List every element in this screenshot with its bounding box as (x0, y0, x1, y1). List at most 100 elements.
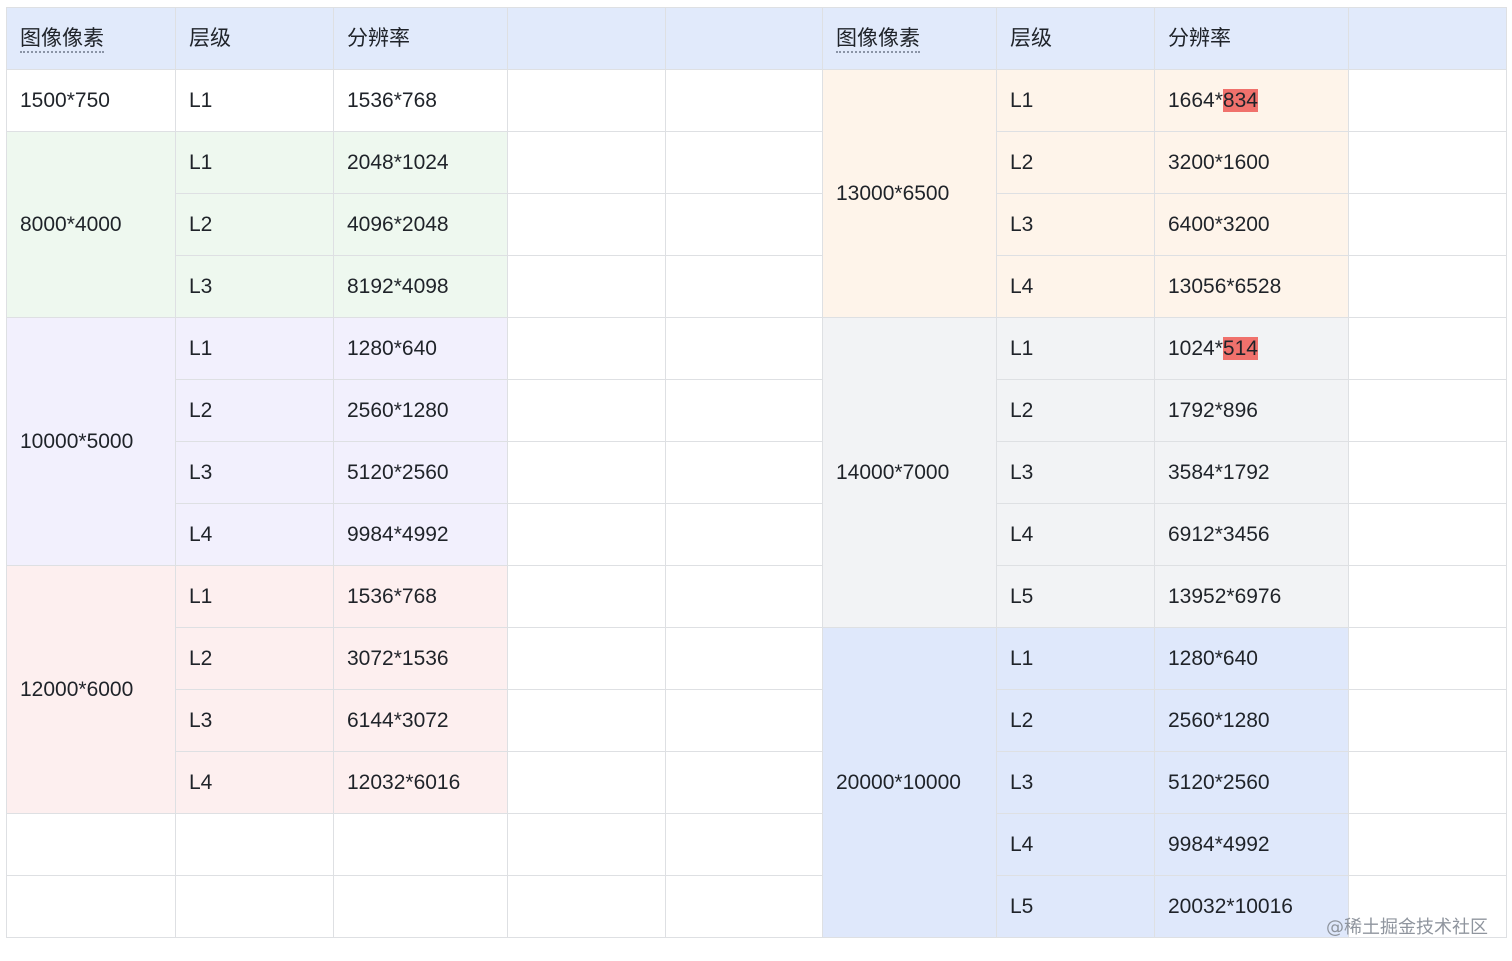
cell-image-pixels[interactable]: 20000*10000 (822, 627, 997, 938)
cell-empty[interactable] (507, 69, 666, 132)
cell-empty[interactable] (507, 565, 666, 628)
cell-empty[interactable] (1348, 813, 1507, 876)
cell-image-pixels[interactable]: 12000*6000 (6, 565, 176, 814)
header-cell-left-1[interactable]: 层级 (175, 7, 334, 70)
cell-empty[interactable] (665, 131, 823, 194)
cell-resolution[interactable]: 2560*1280 (1154, 689, 1349, 752)
cell-empty[interactable] (665, 565, 823, 628)
cell-resolution[interactable]: 5120*2560 (1154, 751, 1349, 814)
cell-resolution[interactable]: 3072*1536 (333, 627, 508, 690)
cell-empty[interactable] (507, 751, 666, 814)
cell-empty[interactable] (665, 255, 823, 318)
cell-empty[interactable] (1348, 69, 1507, 132)
cell-level[interactable]: L2 (996, 131, 1155, 194)
cell-resolution[interactable] (333, 875, 508, 938)
cell-resolution[interactable] (333, 813, 508, 876)
cell-level[interactable]: L3 (175, 441, 334, 504)
cell-empty[interactable] (507, 131, 666, 194)
cell-empty[interactable] (665, 627, 823, 690)
cell-resolution[interactable]: 3584*1792 (1154, 441, 1349, 504)
cell-level[interactable]: L3 (996, 441, 1155, 504)
cell-resolution[interactable]: 6912*3456 (1154, 503, 1349, 566)
cell-empty[interactable] (1348, 751, 1507, 814)
cell-image-pixels[interactable]: 14000*7000 (822, 317, 997, 628)
cell-resolution[interactable]: 2560*1280 (333, 379, 508, 442)
cell-level[interactable] (175, 875, 334, 938)
cell-level[interactable]: L5 (996, 875, 1155, 938)
cell-resolution[interactable]: 6144*3072 (333, 689, 508, 752)
cell-resolution[interactable]: 5120*2560 (333, 441, 508, 504)
cell-empty[interactable] (1348, 131, 1507, 194)
cell-level[interactable]: L2 (175, 627, 334, 690)
cell-empty[interactable] (665, 441, 823, 504)
cell-empty[interactable] (1348, 255, 1507, 318)
cell-empty[interactable] (1348, 503, 1507, 566)
cell-resolution[interactable]: 12032*6016 (333, 751, 508, 814)
cell-level[interactable]: L1 (996, 317, 1155, 380)
cell-empty[interactable] (1348, 689, 1507, 752)
cell-image-pixels[interactable] (6, 875, 176, 938)
header-cell-right-3[interactable] (1348, 7, 1507, 70)
cell-resolution[interactable]: 1536*768 (333, 69, 508, 132)
cell-resolution[interactable]: 13952*6976 (1154, 565, 1349, 628)
cell-resolution[interactable]: 1536*768 (333, 565, 508, 628)
cell-level[interactable]: L2 (996, 689, 1155, 752)
cell-level[interactable]: L4 (996, 503, 1155, 566)
cell-resolution[interactable]: 9984*4992 (1154, 813, 1349, 876)
cell-level[interactable]: L3 (175, 689, 334, 752)
cell-empty[interactable] (665, 193, 823, 256)
cell-empty[interactable] (507, 193, 666, 256)
cell-empty[interactable] (507, 503, 666, 566)
cell-resolution[interactable]: 8192*4098 (333, 255, 508, 318)
header-cell-left-4[interactable] (665, 7, 823, 70)
cell-image-pixels[interactable] (6, 813, 176, 876)
cell-empty[interactable] (1348, 317, 1507, 380)
header-cell-right-1[interactable]: 层级 (996, 7, 1155, 70)
cell-resolution[interactable]: 13056*6528 (1154, 255, 1349, 318)
cell-image-pixels[interactable]: 8000*4000 (6, 131, 176, 318)
cell-resolution[interactable]: 6400*3200 (1154, 193, 1349, 256)
cell-image-pixels[interactable]: 10000*5000 (6, 317, 176, 566)
cell-level[interactable]: L1 (175, 131, 334, 194)
cell-empty[interactable] (665, 379, 823, 442)
cell-level[interactable]: L2 (175, 379, 334, 442)
cell-empty[interactable] (665, 751, 823, 814)
cell-empty[interactable] (507, 379, 666, 442)
cell-resolution[interactable]: 9984*4992 (333, 503, 508, 566)
cell-resolution[interactable]: 1280*640 (1154, 627, 1349, 690)
cell-level[interactable]: L2 (175, 193, 334, 256)
cell-empty[interactable] (665, 875, 823, 938)
cell-empty[interactable] (1348, 627, 1507, 690)
cell-level[interactable] (175, 813, 334, 876)
cell-resolution[interactable]: 2048*1024 (333, 131, 508, 194)
cell-level[interactable]: L3 (996, 751, 1155, 814)
cell-empty[interactable] (1348, 379, 1507, 442)
cell-level[interactable]: L4 (175, 503, 334, 566)
cell-resolution[interactable]: 4096*2048 (333, 193, 508, 256)
cell-resolution[interactable]: 1664*834 (1154, 69, 1349, 132)
cell-level[interactable]: L1 (175, 69, 334, 132)
cell-level[interactable]: L4 (996, 255, 1155, 318)
cell-empty[interactable] (665, 69, 823, 132)
cell-empty[interactable] (507, 627, 666, 690)
header-cell-right-0[interactable]: 图像像素 (822, 7, 997, 70)
cell-image-pixels[interactable]: 13000*6500 (822, 69, 997, 318)
cell-empty[interactable] (507, 317, 666, 380)
cell-resolution[interactable]: 20032*10016 (1154, 875, 1349, 938)
cell-resolution[interactable]: 3200*1600 (1154, 131, 1349, 194)
cell-level[interactable]: L1 (175, 317, 334, 380)
cell-empty[interactable] (665, 689, 823, 752)
cell-empty[interactable] (665, 503, 823, 566)
header-cell-left-2[interactable]: 分辨率 (333, 7, 508, 70)
cell-level[interactable]: L1 (175, 565, 334, 628)
cell-empty[interactable] (665, 813, 823, 876)
header-cell-right-2[interactable]: 分辨率 (1154, 7, 1349, 70)
cell-level[interactable]: L1 (996, 69, 1155, 132)
cell-level[interactable]: L4 (996, 813, 1155, 876)
cell-empty[interactable] (507, 255, 666, 318)
cell-empty[interactable] (665, 317, 823, 380)
cell-level[interactable]: L1 (996, 627, 1155, 690)
header-cell-left-0[interactable]: 图像像素 (6, 7, 176, 70)
cell-level[interactable]: L3 (996, 193, 1155, 256)
cell-empty[interactable] (1348, 441, 1507, 504)
